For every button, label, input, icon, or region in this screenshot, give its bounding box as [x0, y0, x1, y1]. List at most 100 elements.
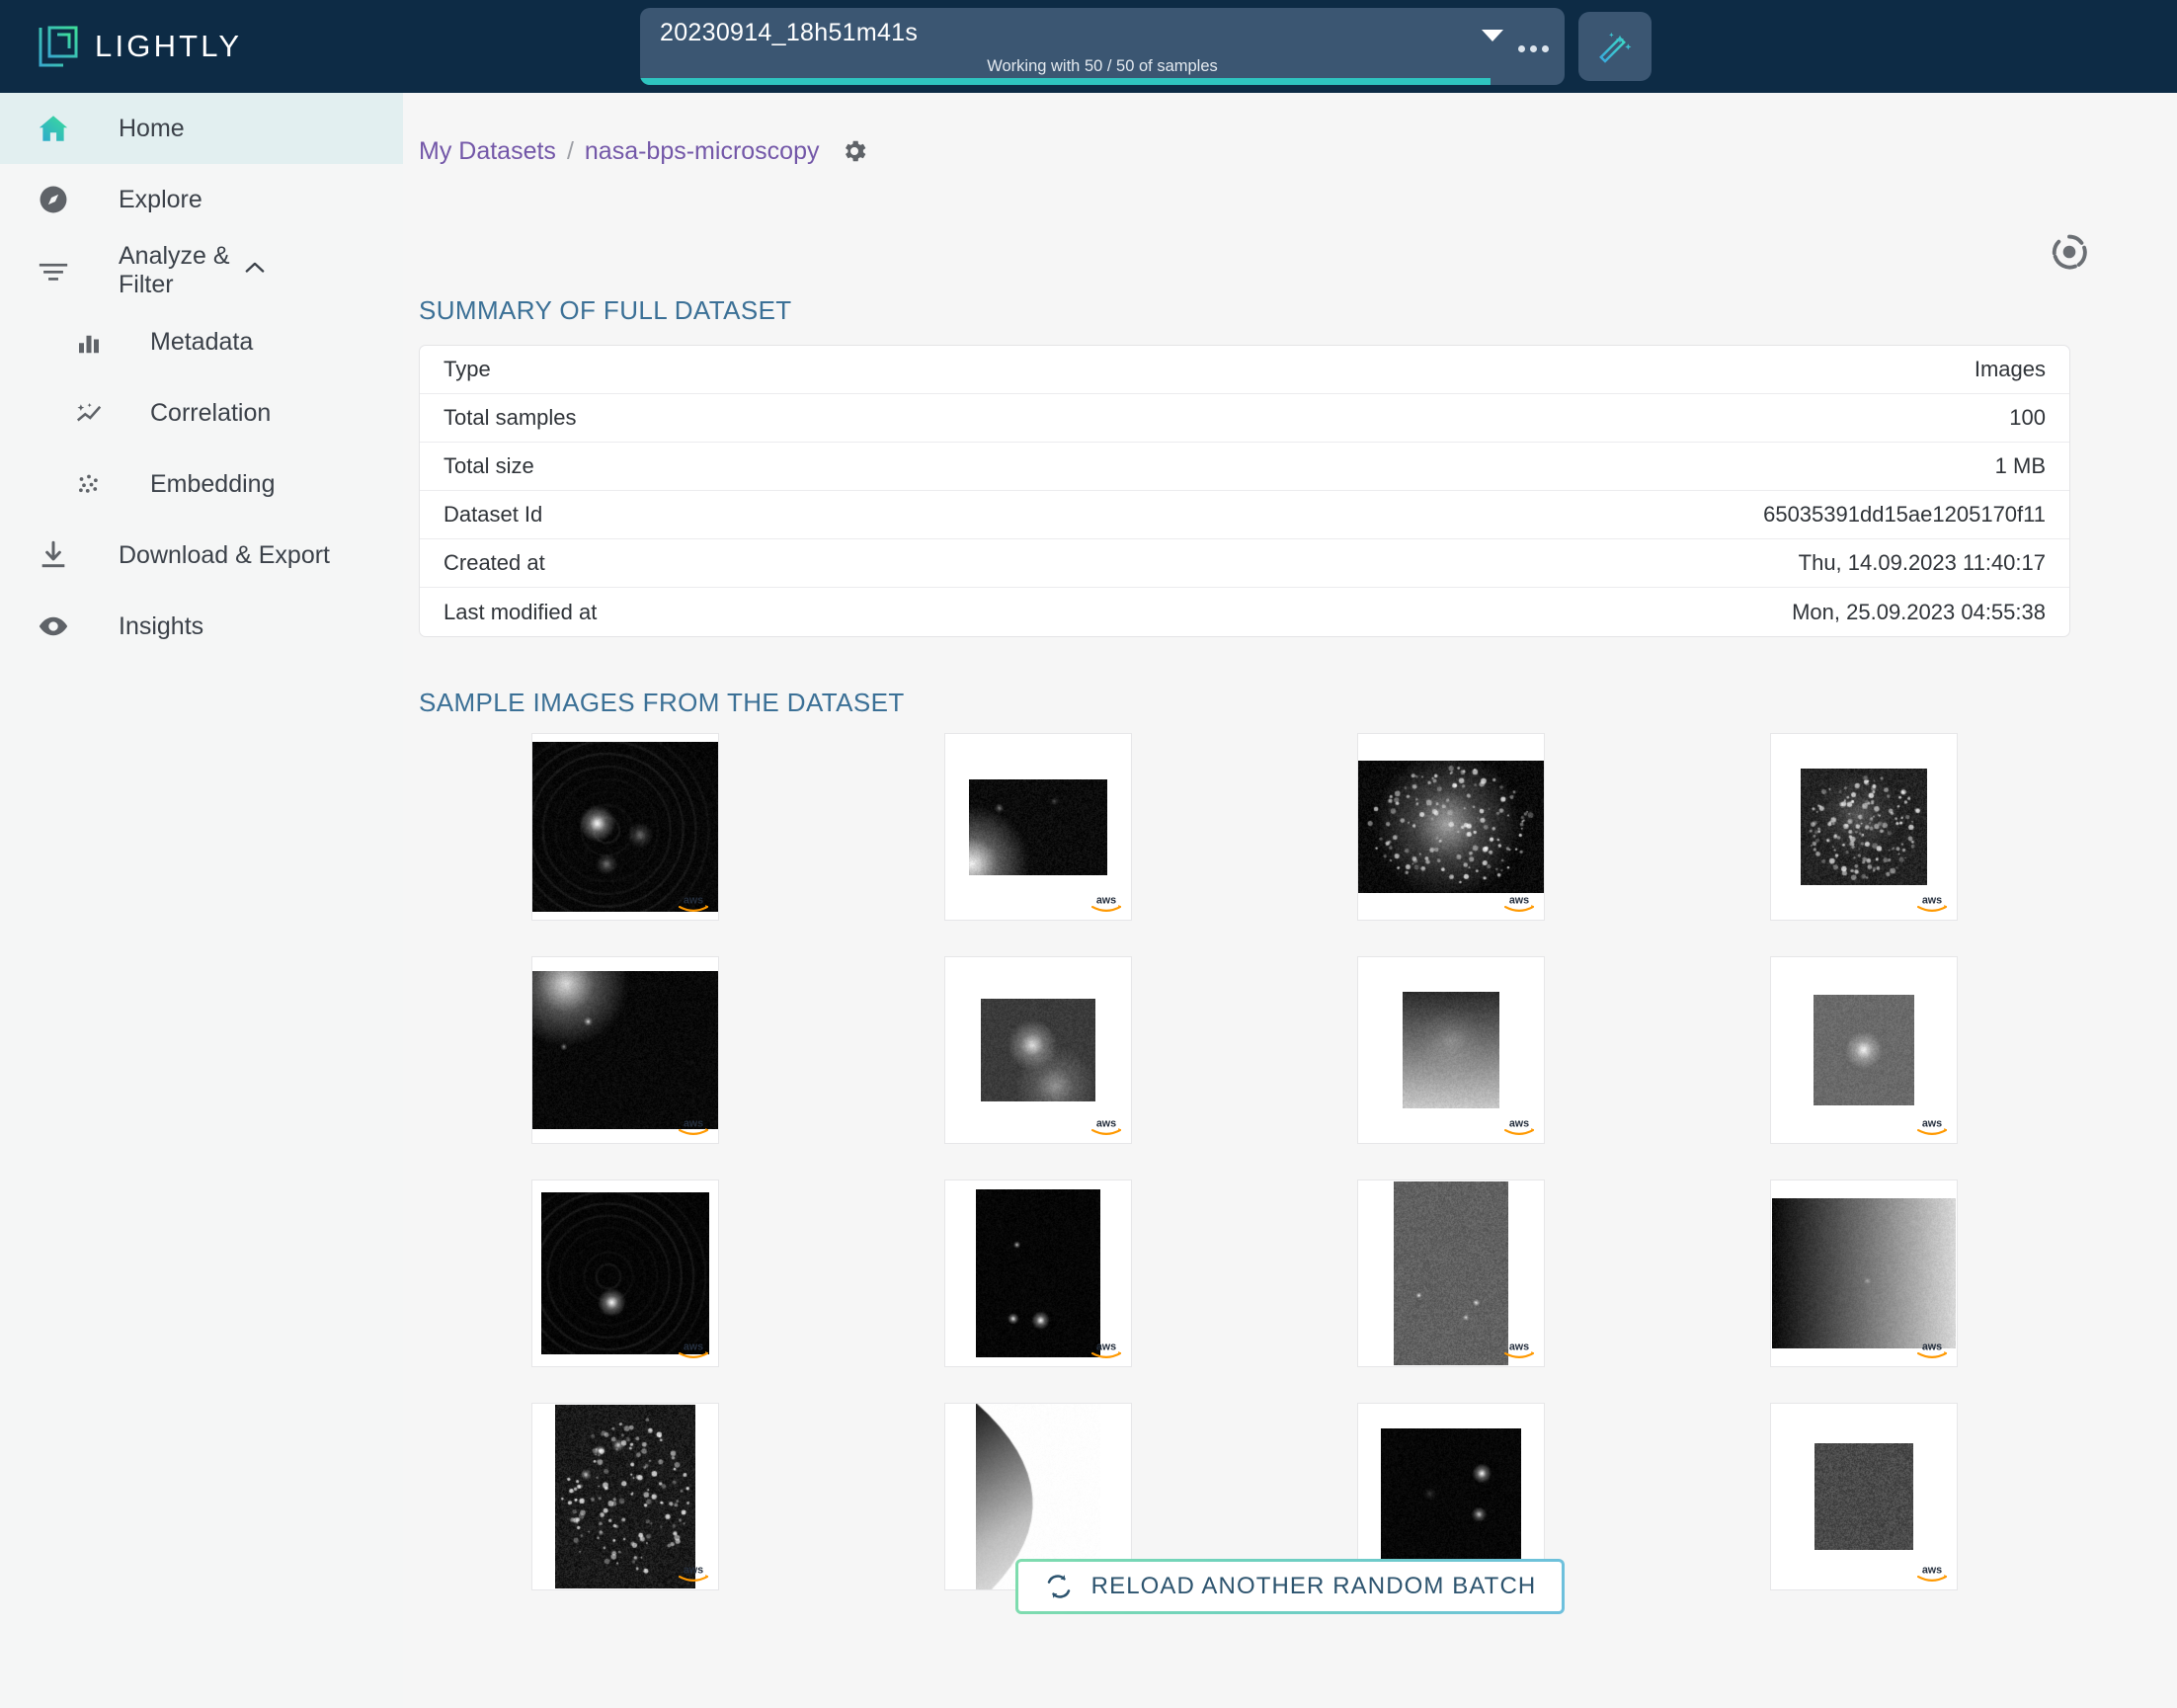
filter-icon: [34, 254, 73, 287]
sample-image-thumbnail[interactable]: aws: [531, 1179, 719, 1367]
sample-image-thumbnail[interactable]: aws: [1357, 733, 1545, 921]
row-value: Thu, 14.09.2023 11:40:17: [1799, 550, 2046, 576]
aws-watermark-icon: aws: [1913, 1112, 1951, 1138]
svg-text:aws: aws: [1509, 1341, 1529, 1352]
gear-icon[interactable]: [840, 136, 869, 166]
thumbnail-cell: aws: [1657, 1179, 2070, 1367]
more-options-icon[interactable]: [1518, 45, 1549, 52]
aws-watermark-icon: aws: [1088, 1112, 1125, 1138]
sidebar-item-label: Metadata: [150, 328, 253, 357]
microscopy-image: [981, 999, 1095, 1101]
eye-icon: [34, 610, 73, 643]
sidebar-item-analyze-filter[interactable]: Analyze & Filter: [0, 235, 403, 306]
summary-section-title: SUMMARY OF FULL DATASET: [419, 295, 792, 326]
sidebar-item-insights[interactable]: Insights: [0, 591, 403, 662]
aws-watermark-icon: aws: [1088, 889, 1125, 915]
sidebar-item-label: Embedding: [150, 470, 275, 499]
sidebar-nav: Home Explore Analyze & Filter Metadata C…: [0, 93, 403, 1708]
row-key: Dataset Id: [443, 502, 542, 528]
thumbnail-cell: aws: [1245, 956, 1657, 1144]
brand-name: LIGHTLY: [95, 29, 242, 64]
sample-image-thumbnail[interactable]: aws: [531, 956, 719, 1144]
thumbnail-cell: aws: [832, 956, 1245, 1144]
microscopy-image: [1394, 1181, 1508, 1365]
aws-watermark-icon: aws: [1913, 889, 1951, 915]
row-value: Images: [1975, 357, 2046, 382]
breadcrumb: My Datasets / nasa-bps-microscopy: [419, 136, 869, 166]
table-row: Last modified at Mon, 25.09.2023 04:55:3…: [420, 588, 2069, 636]
microscopy-image: [532, 971, 718, 1129]
sidebar-item-embedding[interactable]: Embedding: [0, 448, 403, 520]
sidebar-item-correlation[interactable]: Correlation: [0, 377, 403, 448]
sidebar-item-label: Download & Export: [119, 541, 330, 570]
home-icon: [34, 112, 73, 145]
thumbnail-cell: aws: [419, 1179, 832, 1367]
row-key: Last modified at: [443, 600, 597, 625]
row-value: 65035391dd15ae1205170f11: [1763, 502, 2046, 528]
sample-image-thumbnail[interactable]: aws: [1770, 1179, 1958, 1367]
thumbnail-cell: aws: [1657, 733, 2070, 921]
sample-image-thumbnail[interactable]: aws: [1357, 1179, 1545, 1367]
table-row: Type Images: [420, 346, 2069, 394]
row-key: Created at: [443, 550, 545, 576]
aws-watermark-icon: aws: [1500, 1112, 1538, 1138]
sidebar-item-label: Analyze & Filter: [119, 242, 241, 299]
thumbnail-cell: aws: [1245, 733, 1657, 921]
table-row: Total size 1 MB: [420, 443, 2069, 491]
thumbnail-cell: aws: [1657, 956, 2070, 1144]
row-value: Mon, 25.09.2023 04:55:38: [1792, 600, 2046, 625]
sample-image-thumbnail[interactable]: aws: [1357, 956, 1545, 1144]
aperture-icon[interactable]: [2049, 231, 2090, 278]
row-value: 100: [2009, 405, 2046, 431]
svg-text:aws: aws: [1922, 894, 1942, 906]
reload-random-batch-button[interactable]: RELOAD ANOTHER RANDOM BATCH: [1015, 1559, 1566, 1614]
sidebar-item-home[interactable]: Home: [0, 93, 403, 164]
microscopy-image: [1814, 995, 1914, 1105]
microscopy-image: [969, 779, 1107, 875]
sample-image-thumbnail[interactable]: aws: [944, 956, 1132, 1144]
breadcrumb-root-link[interactable]: My Datasets: [419, 137, 556, 166]
thumbnail-cell: aws: [832, 1179, 1245, 1367]
chevron-up-icon[interactable]: [241, 254, 269, 288]
microscopy-image: [1814, 1443, 1913, 1550]
chevron-down-icon[interactable]: [1482, 30, 1503, 41]
svg-text:aws: aws: [1922, 1117, 1942, 1129]
microscopy-image: [1358, 761, 1544, 893]
svg-text:aws: aws: [1096, 894, 1116, 906]
microscopy-image: [1772, 1198, 1956, 1348]
sidebar-item-label: Correlation: [150, 399, 271, 428]
brand-logo[interactable]: LIGHTLY: [36, 24, 242, 69]
sidebar-item-label: Home: [119, 115, 185, 143]
dataset-progress-bar: [640, 78, 1565, 85]
thumbnail-cell: aws: [419, 733, 832, 921]
svg-text:aws: aws: [1509, 894, 1529, 906]
svg-text:aws: aws: [1509, 1117, 1529, 1129]
bar-chart-icon: [69, 327, 109, 357]
main-content: My Datasets / nasa-bps-microscopy SUMMAR…: [403, 93, 2177, 1708]
sample-image-thumbnail[interactable]: aws: [1770, 733, 1958, 921]
magic-wand-icon: [1595, 27, 1635, 66]
thumbnail-cell: aws: [832, 733, 1245, 921]
sample-image-thumbnail[interactable]: aws: [944, 1179, 1132, 1367]
row-key: Type: [443, 357, 491, 382]
microscopy-image: [1801, 769, 1927, 885]
sidebar-item-explore[interactable]: Explore: [0, 164, 403, 235]
table-row: Total samples 100: [420, 394, 2069, 443]
sample-images-section-title: SAMPLE IMAGES FROM THE DATASET: [419, 688, 905, 718]
reload-button-container: RELOAD ANOTHER RANDOM BATCH: [403, 1559, 2177, 1614]
breadcrumb-current-link[interactable]: nasa-bps-microscopy: [585, 137, 820, 166]
table-row: Created at Thu, 14.09.2023 11:40:17: [420, 539, 2069, 588]
sidebar-item-metadata[interactable]: Metadata: [0, 306, 403, 377]
thumbnail-cell: aws: [419, 956, 832, 1144]
magic-wand-button[interactable]: [1578, 12, 1652, 81]
table-row: Dataset Id 65035391dd15ae1205170f11: [420, 491, 2069, 539]
sample-image-thumbnail[interactable]: aws: [944, 733, 1132, 921]
dataset-selector[interactable]: 20230914_18h51m41s Working with 50 / 50 …: [640, 8, 1565, 85]
row-key: Total size: [443, 453, 534, 479]
row-value: 1 MB: [1995, 453, 2046, 479]
sample-image-thumbnail[interactable]: aws: [531, 733, 719, 921]
sample-image-thumbnail[interactable]: aws: [1770, 956, 1958, 1144]
sidebar-item-download-export[interactable]: Download & Export: [0, 520, 403, 591]
sample-image-grid: aws aws aws aws aws aws aws aws aws aws aws aws aws a…: [419, 733, 2070, 1590]
svg-text:aws: aws: [1096, 1117, 1116, 1129]
